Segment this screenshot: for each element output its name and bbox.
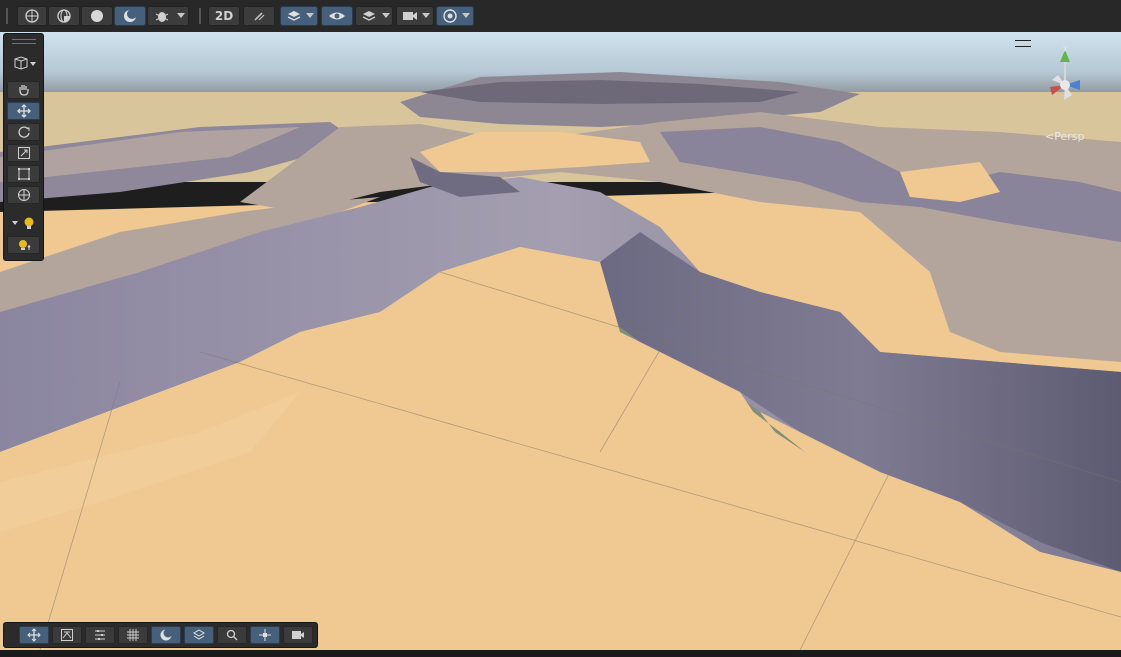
terrain-render [0, 32, 1121, 650]
hand-icon [18, 85, 29, 96]
search-icon [226, 629, 238, 641]
projection-label[interactable]: <Persp [1045, 130, 1084, 143]
stack-icon [362, 11, 376, 21]
chevron-down-icon [382, 13, 390, 18]
gizmo-menu-icon[interactable] [1015, 40, 1031, 47]
chevron-down-icon [177, 13, 185, 18]
toolbar-grip[interactable] [6, 8, 8, 24]
status-strip [0, 650, 1121, 657]
transform-tool[interactable] [7, 186, 40, 204]
wireframe-sphere-icon [57, 9, 71, 23]
toggle-2d-label: 2D [214, 9, 234, 23]
shading-shaded-button[interactable] [81, 6, 113, 26]
grid-snap-button[interactable] [118, 626, 148, 644]
bug-icon [155, 12, 169, 22]
chevron-down-icon [422, 13, 430, 18]
lighting-toggle-button[interactable] [243, 6, 275, 26]
camera-icon [403, 12, 417, 20]
lit-sphere-icon [124, 9, 137, 22]
view-tool[interactable] [7, 81, 40, 99]
scale-icon [17, 147, 30, 159]
scene-toolbar: 2D [0, 0, 1121, 33]
scale-tool[interactable] [7, 144, 40, 162]
global-toggle-button[interactable] [17, 6, 47, 26]
rotate-icon [17, 126, 30, 138]
chevron-down-icon [462, 13, 470, 18]
sliders-button[interactable] [85, 626, 115, 644]
rect-tool[interactable] [7, 165, 40, 183]
layers-icon [193, 629, 205, 640]
overlay-grip[interactable] [12, 39, 36, 44]
terrain-icon [61, 629, 73, 641]
terrain-raise-button[interactable] [52, 626, 82, 644]
camera-icon [292, 631, 304, 639]
move-overlay-button[interactable] [19, 626, 49, 644]
lightbulb-sparkle-icon [18, 240, 30, 250]
cube-icon [14, 56, 36, 70]
chevron-down-icon [306, 13, 314, 18]
rect-icon [17, 168, 30, 180]
toggle-2d-button[interactable]: 2D [208, 6, 240, 26]
tools-overlay [3, 33, 44, 261]
globe-icon [25, 9, 39, 23]
shading-lit-button[interactable] [114, 6, 146, 26]
pivot-button[interactable] [250, 626, 280, 644]
shading-overlay-button[interactable] [151, 626, 181, 644]
sliders-icon [95, 630, 105, 640]
gizmo-globe-icon [443, 9, 457, 23]
rotate-tool[interactable] [7, 123, 40, 141]
layers-icon [287, 11, 301, 21]
layers-overlay-button[interactable] [184, 626, 214, 644]
light-off-icon [254, 12, 265, 21]
camera-overlay-button[interactable] [283, 626, 313, 644]
move-arrows-icon [27, 628, 41, 642]
toolbar-grip[interactable] [199, 8, 201, 24]
scene-viewport[interactable] [0, 32, 1121, 650]
svg-text:y: y [1063, 43, 1068, 52]
search-overlay-button[interactable] [217, 626, 247, 644]
shading-wireframe-button[interactable] [48, 6, 80, 26]
transform-icon [17, 189, 30, 201]
lightbulb-icon [11, 217, 33, 229]
shaded-sphere-icon [91, 10, 103, 22]
move-arrows-icon [16, 104, 31, 118]
light-probe-edit-tool[interactable] [7, 236, 40, 254]
eye-icon [329, 12, 345, 20]
axis-gizmo-icon: y [1050, 43, 1080, 100]
scene-overlay-toolbar [3, 622, 318, 648]
orientation-gizmo[interactable]: y [1030, 40, 1100, 130]
move-tool[interactable] [7, 102, 40, 120]
view-options-dropdown[interactable] [7, 54, 40, 72]
lit-sphere-icon [160, 628, 173, 641]
light-probe-tool[interactable] [7, 214, 40, 232]
scene-visibility-button[interactable] [321, 6, 353, 26]
pivot-icon [259, 629, 271, 641]
grid-icon [127, 629, 139, 641]
